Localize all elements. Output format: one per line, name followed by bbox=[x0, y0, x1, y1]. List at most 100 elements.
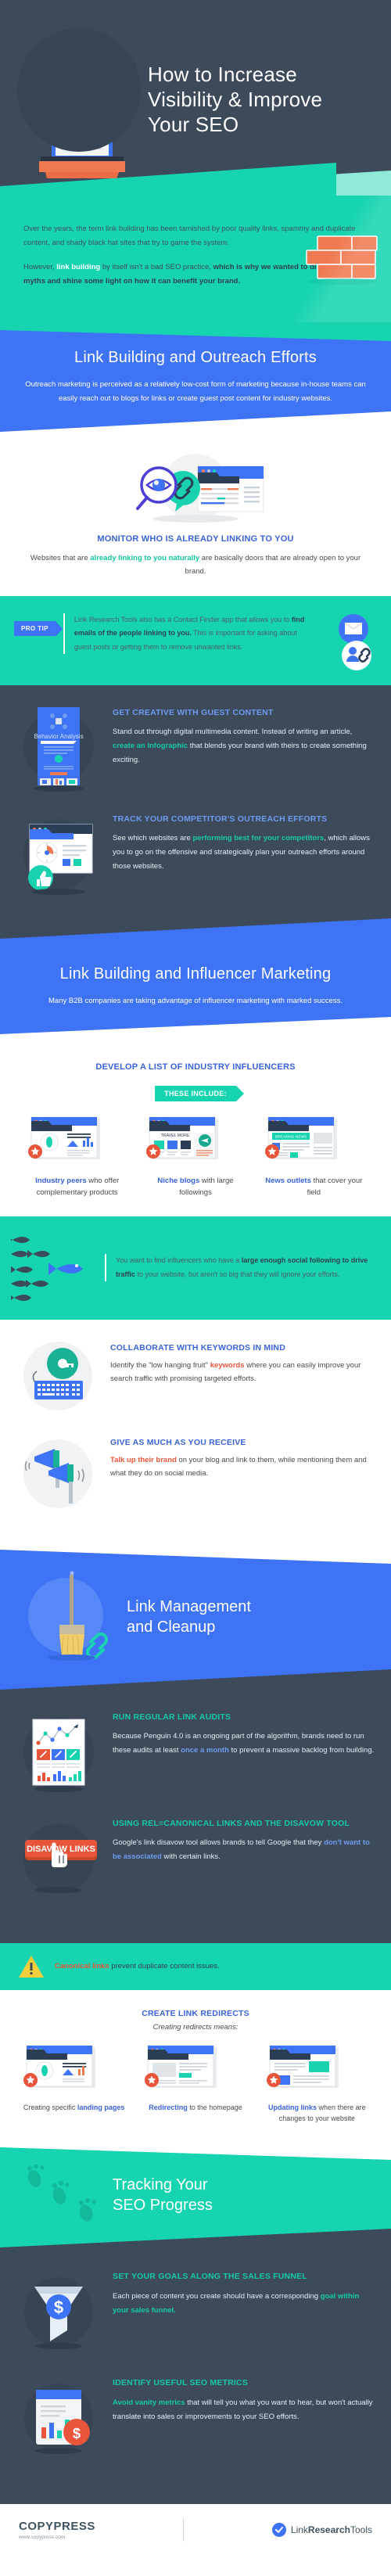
link-audit-report-illustration bbox=[16, 1708, 102, 1795]
guest-content-body: Stand out through digital multimedia con… bbox=[113, 725, 375, 767]
disavow-heading: USING REL=CANONICAL LINKS AND THE DISAVO… bbox=[113, 1818, 350, 1828]
redirect-caption: Updating links when there are changes to… bbox=[260, 2102, 374, 2125]
lrt-mark-icon bbox=[271, 2523, 286, 2538]
audits-highlight: once a month bbox=[181, 1745, 229, 1755]
news-window-icon: BREAKING NEWS bbox=[259, 1116, 369, 1167]
infographic-poster-illustration: Behavior Analysis bbox=[16, 704, 102, 792]
keywords-body: Identify the "low hanging fruit" keyword… bbox=[110, 1359, 374, 1386]
broom-banner-bottom-wedge bbox=[0, 1669, 391, 1690]
protip-body: Link Research Tools also has a Contact F… bbox=[63, 613, 314, 655]
guest-content-prefix: Stand out through digital multimedia con… bbox=[113, 727, 353, 736]
metrics-heading: IDENTIFY USEFUL SEO METRICS bbox=[113, 2378, 249, 2388]
goals-prefix: Each piece of content you create should … bbox=[113, 2291, 321, 2301]
hero-section: How to Increase Visibility & Improve You… bbox=[0, 0, 391, 196]
banner-bottom-wedge bbox=[0, 411, 391, 433]
canonical-rest: prevent duplicate content issues. bbox=[109, 1962, 220, 1971]
guest-content-row: Behavior Analysis GET CREATIVE WITH GUES… bbox=[16, 704, 375, 792]
guest-content-heading: GET CREATIVE WITH GUEST CONTENT bbox=[113, 707, 274, 717]
footer: COPYPRESS www.copypress.com LinkResearch… bbox=[0, 2504, 391, 2560]
protip-section: PRO TIP Link Research Tools also has a C… bbox=[0, 595, 391, 685]
tracking-title: Tracking Your SEO Progress bbox=[113, 2175, 372, 2215]
disavow-button-illustration[interactable]: DISAVOW LINKS bbox=[16, 1815, 102, 1901]
dollar-icon: $ bbox=[54, 2298, 63, 2317]
canonical-text: Canonical links prevent duplicate conten… bbox=[55, 1962, 220, 1971]
disavow-prefix: Google's link disavow tool allows brands… bbox=[113, 1838, 325, 1847]
intro-sheen-overlay bbox=[297, 196, 391, 323]
monitor-body: Websites that are already linking to you… bbox=[22, 551, 369, 578]
protip-badge: PRO TIP bbox=[14, 620, 63, 637]
lrt-prefix: Link bbox=[290, 2524, 308, 2536]
tracking-title-line-2: SEO Progress bbox=[113, 2197, 213, 2215]
redirect-cards: Creating specific landing pages Redirect… bbox=[17, 2044, 374, 2125]
influencer-banner-bottom-wedge bbox=[0, 1017, 391, 1035]
canonical-bold: Canonical links bbox=[55, 1962, 109, 1971]
keywords-row: COLLABORATE WITH KEYWORDS IN MIND Identi… bbox=[17, 1340, 374, 1414]
audits-suffix: to prevent a massive backlog from buildi… bbox=[228, 1745, 375, 1755]
email-contact-illustration bbox=[322, 613, 377, 670]
tracking-title-line-1: Tracking Your bbox=[113, 2176, 208, 2194]
these-include-badge: THESE INCLUDE: bbox=[155, 1086, 244, 1102]
copypress-url: www.copypress.com bbox=[19, 2535, 66, 2541]
redirect-card-homepage: Redirecting to the homepage bbox=[138, 2044, 252, 2125]
hero-title-line-2: Visibility & Improve bbox=[148, 88, 323, 112]
lrt-bold: Research bbox=[307, 2524, 350, 2536]
intro-p2-bold-link-building: link building bbox=[56, 263, 101, 272]
give-heading: GIVE AS MUCH AS YOU RECEIVE bbox=[110, 1437, 246, 1447]
outreach-banner-title: Link Building and Outreach Efforts bbox=[74, 349, 317, 367]
broom-banner-top-wedge bbox=[0, 1544, 391, 1564]
tracking-banner: Tracking Your SEO Progress bbox=[0, 2143, 391, 2248]
influencer-list-section: DEVELOP A LIST OF INDUSTRY INFLUENCERS T… bbox=[0, 1034, 391, 1216]
redirect-card-updating-links: Updating links when there are changes to… bbox=[260, 2044, 374, 2125]
influencer-card-niche-blogs: TRAVEL MORE Niche blogs with large follo… bbox=[140, 1116, 250, 1198]
link-plant-laptop-illustration bbox=[11, 22, 148, 178]
banner-top-wedge bbox=[0, 322, 391, 342]
fish-band-section: You want to find influencers who have a … bbox=[0, 1216, 391, 1320]
competitor-dashboard-illustration bbox=[16, 810, 102, 896]
dollar-badge-icon: $ bbox=[73, 2426, 81, 2441]
fish-suffix: to your website, but aren't so big that … bbox=[135, 1270, 340, 1278]
audits-disavow-section: RUN REGULAR LINK AUDITS Because Penguin … bbox=[0, 1689, 391, 1943]
updating-links-window-icon bbox=[260, 2044, 374, 2096]
competitor-heading: TRACK YOUR COMPETITOR'S OUTREACH EFFORTS bbox=[113, 814, 328, 824]
page-title: How to Increase Visibility & Improve You… bbox=[148, 63, 322, 137]
redirects-subtitle: Creating redirects means: bbox=[152, 2022, 239, 2032]
landing-page-window-icon bbox=[17, 2044, 131, 2096]
sales-funnel-illustration: $ bbox=[16, 2268, 102, 2354]
intro-p2-prefix: However, bbox=[23, 263, 57, 272]
travel-label: TRAVEL MORE bbox=[161, 1134, 190, 1138]
monitor-body-suffix: are basically doors that are already ope… bbox=[185, 554, 361, 577]
influencer-card-caption: Industry peers who offer complementary p… bbox=[22, 1175, 132, 1198]
monitor-body-highlight: already linking to you naturally bbox=[90, 554, 200, 563]
browser-window-chart-icon bbox=[22, 1116, 132, 1167]
poster-title: Behavior Analysis bbox=[34, 733, 83, 740]
link-management-title: Link Management and Cleanup bbox=[127, 1597, 372, 1637]
goals-row: $ SET YOUR GOALS ALONG THE SALES FUNNEL … bbox=[16, 2268, 375, 2354]
keywords-heading: COLLABORATE WITH KEYWORDS IN MIND bbox=[110, 1342, 285, 1353]
monitor-heading: MONITOR WHO IS ALREADY LINKING TO YOU bbox=[97, 534, 294, 544]
warning-triangle-icon bbox=[19, 1955, 44, 1978]
redirect-caption: Creating specific landing pages bbox=[17, 2102, 131, 2113]
linkresearchtools-logo[interactable]: LinkResearchTools bbox=[271, 2522, 372, 2538]
megaphones-illustration bbox=[17, 1435, 99, 1509]
influencer-banner-title: Link Building and Influencer Marketing bbox=[59, 965, 332, 983]
audits-row: RUN REGULAR LINK AUDITS Because Penguin … bbox=[16, 1708, 375, 1795]
competitor-highlight: performing best for your competitors bbox=[192, 833, 325, 842]
give-body: Talk up their brand on your blog and lin… bbox=[110, 1453, 374, 1481]
goals-heading: SET YOUR GOALS ALONG THE SALES FUNNEL bbox=[113, 2272, 307, 2282]
tracking-banner-top-wedge bbox=[0, 2143, 391, 2161]
give-receive-row: GIVE AS MUCH AS YOU RECEIVE Talk up thei… bbox=[17, 1435, 374, 1509]
seo-metrics-illustration: $ bbox=[16, 2374, 102, 2460]
keyboard-key-illustration bbox=[17, 1340, 99, 1414]
influencer-card-caption: News outlets that cover your field bbox=[259, 1175, 369, 1198]
intro-section: Over the years, the term link building h… bbox=[0, 196, 391, 323]
link-management-banner: Link Management and Cleanup bbox=[0, 1544, 391, 1690]
copypress-logo[interactable]: COPYPRESS www.copypress.com bbox=[19, 2520, 95, 2540]
goals-metrics-section: $ SET YOUR GOALS ALONG THE SALES FUNNEL … bbox=[0, 2247, 391, 2505]
dark-bottom-wedge bbox=[0, 918, 391, 939]
monitor-body-prefix: Websites that are bbox=[30, 554, 91, 563]
hero-bottom-wedge bbox=[0, 163, 391, 196]
mgmt-title-line-1: Link Management bbox=[127, 1598, 251, 1615]
outreach-banner-subtitle: Outreach marketing is perceived as a rel… bbox=[25, 380, 366, 403]
influencer-cards: Industry peers who offer complementary p… bbox=[22, 1116, 369, 1198]
lrt-suffix: Tools bbox=[350, 2524, 372, 2536]
